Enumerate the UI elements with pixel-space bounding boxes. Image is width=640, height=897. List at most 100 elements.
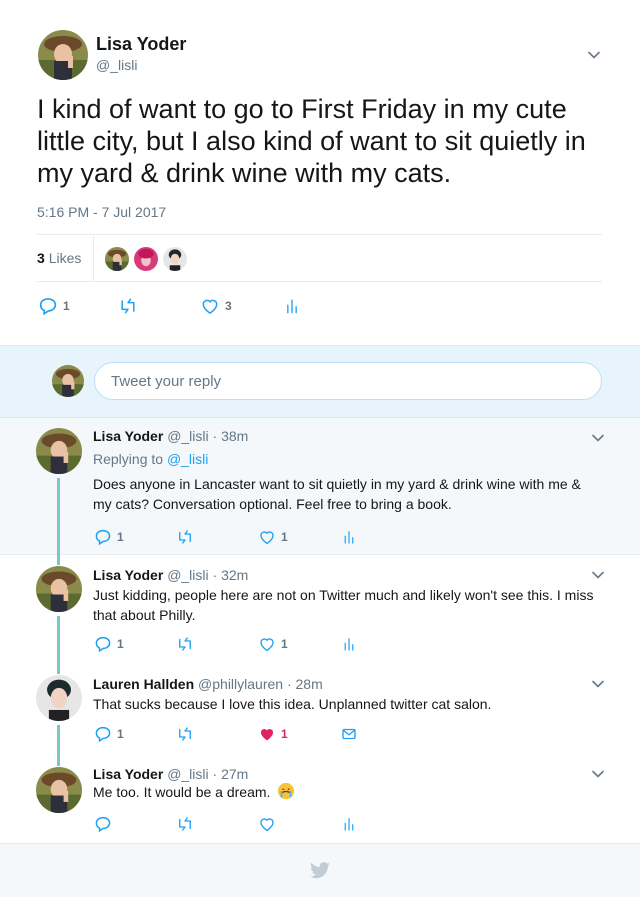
footer: [0, 843, 640, 897]
analytics-button[interactable]: [282, 296, 302, 316]
reply-tweet[interactable]: Lisa Yoder @_lisli · 38m Replying to @_l…: [0, 418, 640, 555]
reply-icon: [94, 635, 112, 653]
reply-input[interactable]: Tweet your reply: [94, 362, 602, 400]
main-tweet: Lisa Yoder @_lisli I kind of want to go …: [0, 0, 640, 345]
reply-time[interactable]: · 27m: [213, 766, 249, 782]
retweet-button[interactable]: [176, 725, 194, 743]
author-name[interactable]: Lisa Yoder: [93, 567, 163, 583]
retweet-button[interactable]: [176, 815, 194, 833]
reply-count: 1: [117, 727, 124, 741]
analytics-icon: [340, 635, 358, 653]
avatar[interactable]: [36, 675, 82, 721]
chevron-down-icon[interactable]: [590, 430, 606, 446]
reply-button[interactable]: [94, 815, 112, 833]
author-handle[interactable]: @_lisli: [96, 57, 137, 73]
thread-line: [57, 478, 60, 555]
reply-tweet[interactable]: Lisa Yoder @_lisli · 27m Me too. It woul…: [0, 756, 640, 843]
avatar[interactable]: [36, 566, 82, 612]
avatar[interactable]: [36, 428, 82, 474]
replying-to: Replying to @_lisli: [93, 451, 208, 467]
reply-count: 1: [117, 637, 124, 651]
reply-button[interactable]: 1: [38, 296, 70, 316]
liker-avatar[interactable]: [134, 247, 158, 271]
avatar[interactable]: [38, 30, 88, 80]
chevron-down-icon[interactable]: [590, 676, 606, 692]
reply-text: Does anyone in Lancaster want to sit qui…: [93, 476, 581, 512]
reply-time[interactable]: · 38m: [213, 428, 249, 444]
heart-icon: [258, 528, 276, 546]
twitter-bird-icon[interactable]: [309, 862, 331, 880]
author-handle[interactable]: @phillylauren: [198, 676, 283, 692]
liker-avatar[interactable]: [163, 247, 187, 271]
like-button[interactable]: [258, 815, 276, 833]
likes-label: Likes: [48, 250, 82, 266]
reply-tweet[interactable]: Lisa Yoder @_lisli · 32m Just kidding, p…: [0, 555, 640, 664]
reply-time[interactable]: · 28m: [287, 676, 323, 692]
like-button[interactable]: 1: [258, 528, 288, 546]
replying-to-handle[interactable]: @_lisli: [167, 451, 208, 467]
reply-button[interactable]: 1: [94, 725, 124, 743]
retweet-button[interactable]: [176, 528, 194, 546]
reply-count: 1: [117, 530, 124, 544]
reply-time[interactable]: · 32m: [213, 567, 249, 583]
dm-icon: [340, 725, 358, 743]
reply-tweet[interactable]: Lauren Hallden @phillylauren · 28m That …: [0, 664, 640, 756]
replying-prefix: Replying to: [93, 451, 164, 467]
analytics-icon: [340, 815, 358, 833]
tweet-actions: 1 1: [94, 528, 394, 550]
retweet-button[interactable]: [118, 296, 138, 316]
reply-header: Lisa Yoder @_lisli · 32m: [93, 567, 248, 583]
like-count: 3: [225, 299, 232, 313]
reply-text: Just kidding, people here are not on Twi…: [93, 587, 594, 623]
divider: [37, 234, 602, 235]
retweet-icon: [176, 635, 194, 653]
tweet-actions: 1 1: [94, 635, 394, 657]
avatar-image: [38, 30, 88, 80]
heart-icon: [258, 815, 276, 833]
retweet-button[interactable]: [176, 635, 194, 653]
analytics-button[interactable]: [340, 528, 358, 546]
author-name[interactable]: Lisa Yoder: [93, 428, 163, 444]
tweet-timestamp[interactable]: 5:16 PM - 7 Jul 2017: [37, 204, 166, 220]
chevron-down-icon[interactable]: [590, 766, 606, 782]
likes-count: 3: [37, 250, 45, 266]
chevron-down-icon[interactable]: [586, 47, 602, 63]
avatar: [52, 365, 84, 397]
thread-line: [57, 664, 60, 674]
reply-icon: [94, 725, 112, 743]
dm-button[interactable]: [340, 725, 358, 743]
tweet-actions: 1 1: [94, 725, 394, 747]
reply-button[interactable]: 1: [94, 528, 124, 546]
like-button[interactable]: 1: [258, 725, 288, 743]
likes-summary[interactable]: 3 Likes: [37, 250, 81, 266]
tweet-actions: 1 3: [38, 296, 598, 318]
author-name[interactable]: Lisa Yoder: [93, 766, 163, 782]
reply-button[interactable]: 1: [94, 635, 124, 653]
liker-avatar[interactable]: [105, 247, 129, 271]
reply-icon: [94, 528, 112, 546]
author-handle[interactable]: @_lisli: [167, 428, 208, 444]
like-button[interactable]: 1: [258, 635, 288, 653]
divider: [93, 236, 94, 281]
avatar[interactable]: [36, 767, 82, 813]
chevron-down-icon[interactable]: [590, 567, 606, 583]
analytics-button[interactable]: [340, 635, 358, 653]
reply-composer: Tweet your reply: [0, 345, 640, 418]
reply-count: 1: [63, 299, 70, 313]
analytics-button[interactable]: [340, 815, 358, 833]
author-name[interactable]: Lauren Hallden: [93, 676, 194, 692]
author-handle[interactable]: @_lisli: [167, 766, 208, 782]
author-name[interactable]: Lisa Yoder: [96, 34, 186, 55]
thread-line: [57, 555, 60, 565]
reply-icon: [94, 815, 112, 833]
tweet-text: I kind of want to go to First Friday in …: [37, 94, 586, 188]
like-button[interactable]: 3: [200, 296, 232, 316]
like-count: 1: [281, 727, 288, 741]
like-count: 1: [281, 530, 288, 544]
author-handle[interactable]: @_lisli: [167, 567, 208, 583]
thread-line: [57, 756, 60, 766]
reply-text: That sucks because I love this idea. Unp…: [93, 696, 492, 712]
reply-text: Me too. It would be a dream.: [93, 784, 271, 800]
reply-header: Lauren Hallden @phillylauren · 28m: [93, 676, 323, 692]
reply-header: Lisa Yoder @_lisli · 38m: [93, 428, 248, 444]
